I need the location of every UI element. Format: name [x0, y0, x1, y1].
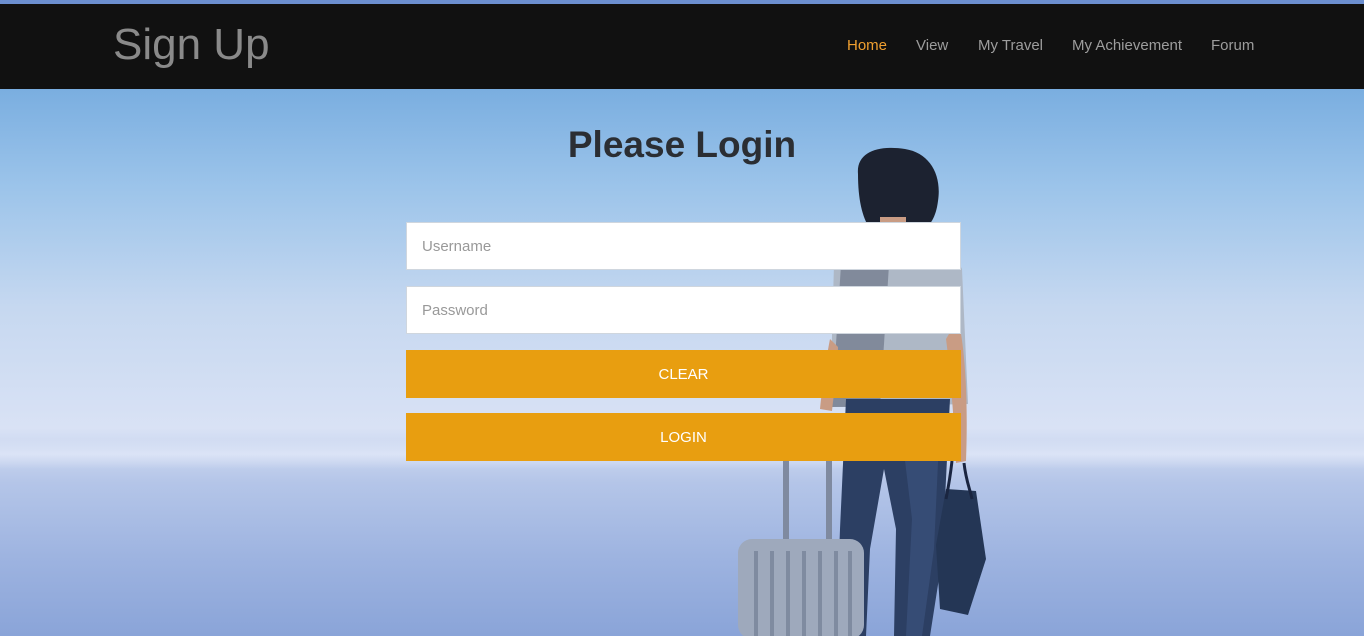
clear-button[interactable]: CLEAR [406, 350, 961, 398]
nav-item-home[interactable]: Home [847, 37, 887, 55]
nav-item-my-achievement[interactable]: My Achievement [1072, 37, 1182, 55]
suitcase-handle-right [826, 459, 832, 541]
nav-item-view[interactable]: View [916, 37, 948, 55]
brand-link[interactable]: Sign Up [113, 20, 270, 70]
password-input[interactable] [406, 286, 961, 334]
nav-item-my-travel[interactable]: My Travel [978, 37, 1043, 55]
nav-item-forum[interactable]: Forum [1211, 37, 1254, 55]
suitcase-handle-left [783, 459, 789, 541]
login-button[interactable]: LOGIN [406, 413, 961, 461]
navbar: Sign Up Home View My Travel My Achieveme… [0, 4, 1364, 89]
traveler-handbag [936, 489, 986, 615]
username-input[interactable] [406, 222, 961, 270]
suitcase-ribs [754, 551, 852, 636]
page-title: Please Login [567, 124, 797, 165]
